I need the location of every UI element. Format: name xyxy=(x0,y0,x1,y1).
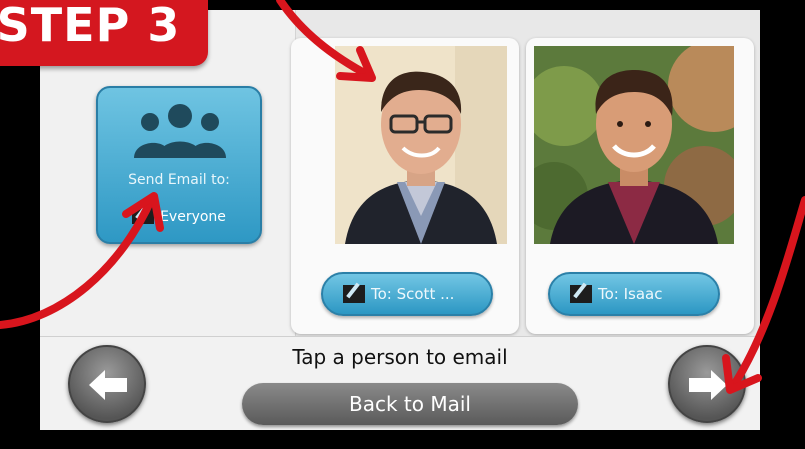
edit-icon xyxy=(570,285,592,303)
send-email-to-label: Send Email to: xyxy=(128,172,230,188)
email-picker-screen: Send Email to: Everyone To: Scott ... To… xyxy=(40,10,760,430)
send-to-everyone-tile[interactable]: Send Email to: Everyone xyxy=(96,86,262,244)
edit-icon xyxy=(132,206,155,224)
arrow-left-icon xyxy=(89,370,127,400)
everyone-value: Everyone xyxy=(98,206,260,225)
step-label: STEP 3 xyxy=(0,0,181,52)
to-scott-button[interactable]: To: Scott ... xyxy=(321,272,493,316)
contact-card-isaac[interactable]: To: Isaac xyxy=(526,38,754,334)
contact-photo-isaac[interactable] xyxy=(534,46,734,244)
to-isaac-button[interactable]: To: Isaac xyxy=(548,272,720,316)
arrow-right-icon xyxy=(689,370,727,400)
bottom-bar: Tap a person to email Back to Mail xyxy=(40,336,760,430)
to-scott-label: To: Scott ... xyxy=(371,285,455,303)
contact-photo-scott[interactable] xyxy=(335,46,507,244)
instruction-text: Tap a person to email xyxy=(292,345,508,369)
edit-icon xyxy=(343,285,365,303)
previous-button[interactable] xyxy=(68,345,146,423)
people-group-icon xyxy=(134,104,226,158)
step-badge: STEP 3 xyxy=(0,0,208,66)
contact-card-scott[interactable]: To: Scott ... xyxy=(291,38,519,334)
to-isaac-label: To: Isaac xyxy=(598,285,663,303)
next-button[interactable] xyxy=(668,345,746,423)
everyone-text: Everyone xyxy=(160,209,226,225)
back-to-mail-button[interactable]: Back to Mail xyxy=(242,383,578,425)
